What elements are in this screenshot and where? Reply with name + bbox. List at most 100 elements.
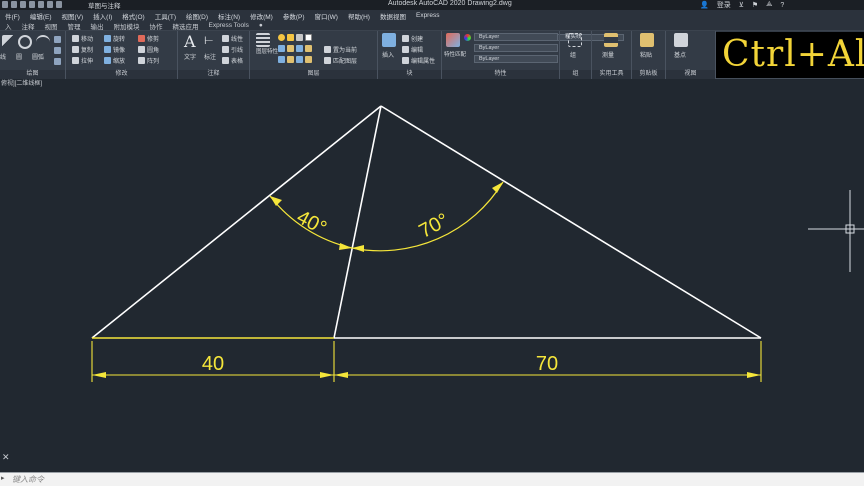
- command-line[interactable]: 键入命令: [0, 472, 864, 486]
- share-icon[interactable]: ⟁: [766, 1, 772, 9]
- layer-tool-b-icon[interactable]: [287, 45, 294, 52]
- open-icon[interactable]: [11, 1, 17, 8]
- array-tool[interactable]: 阵列: [138, 56, 159, 65]
- menu-view[interactable]: 视图(V): [56, 11, 88, 21]
- cart-icon[interactable]: ⊻: [739, 1, 744, 9]
- color-dropdown[interactable]: ByLayer: [474, 33, 558, 41]
- panel-view-title[interactable]: 视图: [666, 70, 715, 79]
- base-view-icon[interactable]: [674, 33, 688, 47]
- panel-properties-title[interactable]: 特性: [442, 70, 559, 79]
- text-icon[interactable]: A: [184, 32, 196, 51]
- mirror-tool[interactable]: 镜像: [104, 45, 125, 54]
- layer-color-icon[interactable]: [305, 34, 312, 41]
- angle-label-70[interactable]: 70°: [415, 209, 452, 243]
- tab-more-toggle[interactable]: ●: [254, 22, 268, 29]
- command-prompt-icon[interactable]: ▸: [1, 474, 5, 482]
- layer-tool-g-icon[interactable]: [296, 56, 303, 63]
- menu-help[interactable]: 帮助(H): [343, 11, 375, 21]
- insert-label[interactable]: 插入: [382, 50, 394, 59]
- layer-properties-icon[interactable]: [256, 33, 270, 47]
- layer-tool-c-icon[interactable]: [296, 45, 303, 52]
- layer-tool-d-icon[interactable]: [305, 45, 312, 52]
- menu-dimension[interactable]: 标注(N): [213, 11, 245, 21]
- paste-label[interactable]: 粘贴: [640, 50, 652, 59]
- panel-modify-title[interactable]: 修改: [66, 70, 177, 79]
- panel-layers-title[interactable]: 图层: [250, 70, 377, 79]
- left-side-line[interactable]: [91, 105, 382, 339]
- menu-format[interactable]: 格式(O): [117, 11, 149, 21]
- rotate-tool[interactable]: 旋转: [104, 34, 125, 43]
- line-label[interactable]: 线: [0, 52, 6, 61]
- panel-block-title[interactable]: 块: [378, 70, 441, 79]
- saveas-icon[interactable]: [29, 1, 35, 8]
- user-icon[interactable]: 👤: [700, 1, 709, 9]
- move-tool[interactable]: 移动: [72, 34, 93, 43]
- scale-tool[interactable]: 缩放: [104, 56, 125, 65]
- undo-icon[interactable]: [47, 1, 53, 8]
- edit-block-tool[interactable]: 编辑: [402, 45, 423, 54]
- angle-label-40[interactable]: 40°: [293, 206, 330, 240]
- menu-edit[interactable]: 编辑(E): [25, 11, 57, 21]
- arc-label[interactable]: 圆弧: [32, 52, 44, 61]
- workspace-dropdown[interactable]: 草图与注释: [88, 0, 121, 10]
- hatch-icon[interactable]: [54, 58, 61, 65]
- tab-view[interactable]: 视图: [40, 21, 63, 31]
- close-command-icon[interactable]: ✕: [2, 452, 10, 463]
- menu-express[interactable]: Express: [411, 12, 444, 19]
- tab-manage[interactable]: 管理: [63, 21, 86, 31]
- cevian-line[interactable]: [333, 105, 382, 339]
- polyline-icon[interactable]: [54, 36, 61, 43]
- circle-label[interactable]: 圆: [16, 52, 22, 61]
- tab-output[interactable]: 输出: [86, 21, 109, 31]
- layer-tool-a-icon[interactable]: [278, 45, 285, 52]
- layer-tool-e-icon[interactable]: [278, 56, 285, 63]
- tab-addins[interactable]: 附加模块: [109, 21, 145, 31]
- group-icon[interactable]: [568, 33, 582, 47]
- panel-utilities-title[interactable]: 实用工具: [592, 70, 631, 79]
- fillet-tool[interactable]: 圆角: [138, 45, 159, 54]
- text-label[interactable]: 文字: [184, 52, 196, 61]
- layer-lock-icon[interactable]: [296, 34, 303, 41]
- base-view-label[interactable]: 基点: [674, 50, 686, 59]
- new-icon[interactable]: [2, 1, 8, 8]
- linetype-dropdown[interactable]: ByLayer: [474, 44, 558, 52]
- insert-block-icon[interactable]: [382, 33, 396, 47]
- create-block-tool[interactable]: 创建: [402, 34, 423, 43]
- group-label[interactable]: 组: [570, 50, 576, 59]
- linear-tool[interactable]: 线性: [222, 34, 243, 43]
- dim-label-40[interactable]: 40: [202, 353, 224, 375]
- print-icon[interactable]: [38, 1, 44, 8]
- menu-window[interactable]: 窗口(W): [309, 11, 342, 21]
- leader-tool[interactable]: 引线: [222, 45, 243, 54]
- tab-insert[interactable]: 入: [0, 21, 17, 31]
- circle-icon[interactable]: [18, 35, 32, 49]
- edit-attribute-tool[interactable]: 编辑属性: [402, 56, 435, 65]
- measure-label[interactable]: 测量: [602, 50, 614, 59]
- menu-dataview[interactable]: 数据视图: [375, 11, 411, 21]
- panel-draw-title[interactable]: 绘图: [0, 70, 65, 79]
- layer-properties-label[interactable]: 图层特性: [256, 49, 278, 56]
- lineweight-dropdown[interactable]: ByLayer: [474, 55, 558, 63]
- a360-icon[interactable]: ⚑: [752, 1, 758, 9]
- set-current-tool[interactable]: 置为当前: [324, 45, 357, 54]
- redo-icon[interactable]: [56, 1, 62, 8]
- save-icon[interactable]: [20, 1, 26, 8]
- copy-tool[interactable]: 复制: [72, 45, 93, 54]
- menu-file[interactable]: 件(F): [0, 11, 25, 21]
- table-tool[interactable]: 表格: [222, 56, 243, 65]
- layer-on-icon[interactable]: [278, 34, 285, 41]
- dimension-icon[interactable]: ⊢: [204, 34, 214, 47]
- login-link[interactable]: 登录: [717, 0, 731, 10]
- menu-tools[interactable]: 工具(T): [150, 11, 181, 21]
- menu-modify[interactable]: 修改(M): [245, 11, 278, 21]
- paste-icon[interactable]: [640, 33, 654, 47]
- viewport-controls[interactable]: 俯视][二维线框]: [0, 80, 864, 88]
- panel-annotation-title[interactable]: 注释: [178, 70, 249, 79]
- layer-tool-h-icon[interactable]: [305, 56, 312, 63]
- menu-insert[interactable]: 插入(I): [88, 11, 117, 21]
- trim-tool[interactable]: 修剪: [138, 34, 159, 43]
- dim-label-70[interactable]: 70: [536, 353, 558, 375]
- drawing-canvas[interactable]: 40° 70° 40 70: [0, 79, 864, 472]
- menu-parametric[interactable]: 参数(P): [278, 11, 310, 21]
- stretch-tool[interactable]: 拉伸: [72, 56, 93, 65]
